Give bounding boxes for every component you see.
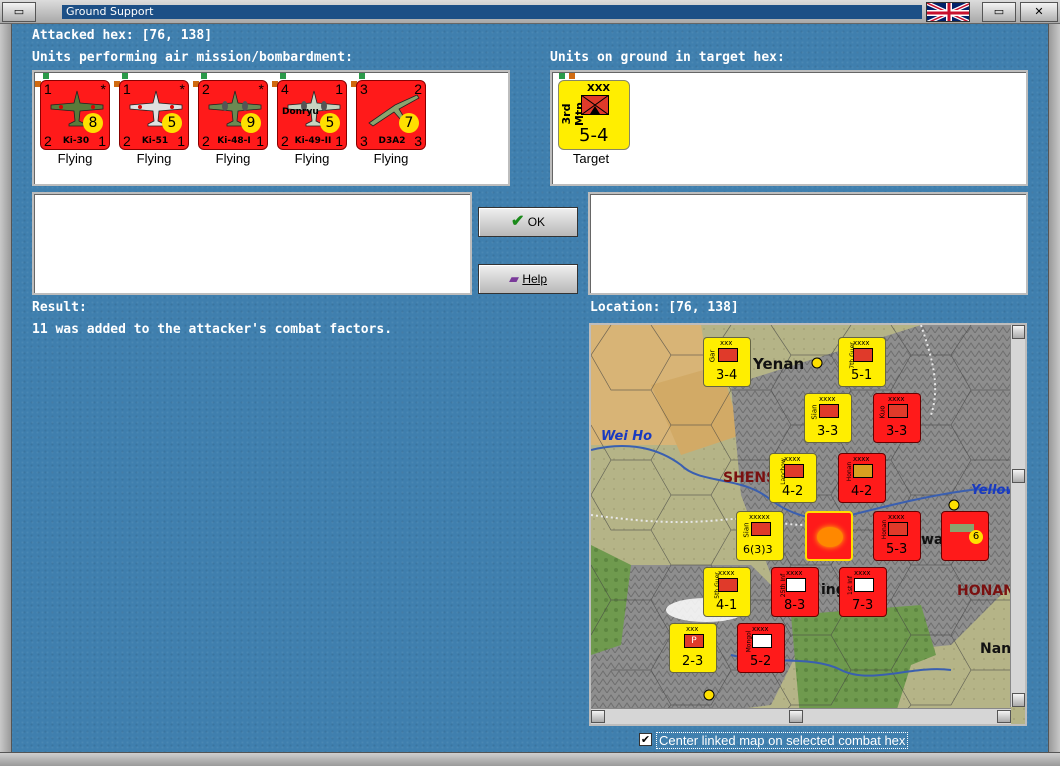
unit-marker <box>122 73 128 79</box>
ground-units-heading: Units on ground in target hex: <box>550 50 785 65</box>
attacked-hex-label: Attacked hex: [76, 138] <box>32 28 213 43</box>
scroll-right-arrow-icon[interactable] <box>997 710 1011 723</box>
air-unit-ki49[interactable]: 4 1 Donryu 5 Ki-49-II 2 1 <box>277 80 347 150</box>
unit-marker <box>569 73 575 79</box>
attacked-hex-value: [76, 138] <box>141 28 213 43</box>
map-label-wei-ho: Wei Ho <box>601 429 653 444</box>
map-counter[interactable]: xxxxx Sian 6(3)3 <box>736 511 784 561</box>
help-button[interactable]: ▰ Help <box>478 264 578 294</box>
location-label: Location: [76, 138] <box>590 300 739 315</box>
air-unit-d3a2[interactable]: 3 2 7 D3A2 3 3 <box>356 80 426 150</box>
close-button[interactable]: ✕ <box>1020 2 1058 22</box>
center-map-checkbox-label[interactable]: Center linked map on selected combat hex <box>656 732 909 749</box>
ground-unit-status: Target <box>572 151 610 166</box>
air-unit-subname: Donryu <box>282 107 319 117</box>
unit-marker <box>559 73 565 79</box>
map-vertical-scrollbar[interactable] <box>1010 325 1025 707</box>
unit-marker <box>280 73 286 79</box>
uk-flag-icon <box>926 2 970 22</box>
result-text: 11 was added to the attacker's combat fa… <box>32 322 393 337</box>
mountain-infantry-icon <box>581 95 609 115</box>
map-counter[interactable]: xxxx Honan 5-3 <box>873 511 921 561</box>
map-counter[interactable]: xxxx 5th Guer 4-1 <box>703 567 751 617</box>
map-counter[interactable]: xxxx 25th Inf 8-3 <box>771 567 819 617</box>
location-value: [76, 138] <box>668 300 739 315</box>
ground-support-window: ▭ Ground Support ▭ ✕ Attacked hex: [76, … <box>0 0 1060 766</box>
map-counter[interactable]: xxxx Mongol 5-2 <box>737 623 785 673</box>
scroll-left-arrow-icon[interactable] <box>591 710 605 723</box>
map-label-nan: Nan <box>980 641 1012 657</box>
combat-target-counter[interactable] <box>805 511 853 561</box>
center-map-checkbox[interactable]: ✔ <box>639 733 652 746</box>
horizontal-scroll-thumb[interactable] <box>789 710 803 723</box>
air-unit-status: Flying <box>294 151 330 166</box>
minimize-button[interactable]: ▭ <box>2 2 36 22</box>
location-map[interactable]: Yenan Wei Ho SHENSI Yellow HONAN Nan wa … <box>589 323 1027 726</box>
air-units-heading: Units performing air mission/bombardment… <box>32 50 353 65</box>
restore-button[interactable]: ▭ <box>982 2 1016 22</box>
scroll-up-arrow-icon[interactable] <box>1012 325 1025 339</box>
unit-marker <box>43 73 49 79</box>
left-frame <box>0 24 12 752</box>
air-unit-status: Flying <box>373 151 409 166</box>
air-unit-status: Flying <box>215 151 251 166</box>
map-horizontal-scrollbar[interactable] <box>591 708 1011 724</box>
air-unit-status: Flying <box>136 151 172 166</box>
help-book-icon: ▰ <box>508 271 519 286</box>
result-heading: Result: <box>32 300 87 315</box>
map-counter[interactable]: xxx Gar 3-4 <box>703 337 751 387</box>
air-unit-ki51[interactable]: 1 * 5 Ki-51 2 1 <box>119 80 189 150</box>
air-unit-status: Flying <box>57 151 93 166</box>
unit-marker <box>359 73 365 79</box>
map-label-honan: HONAN <box>957 583 1015 599</box>
unit-marker <box>201 73 207 79</box>
ok-button[interactable]: ✔ OK <box>478 207 578 237</box>
map-counter[interactable]: xxxx Sian 3-3 <box>804 393 852 443</box>
scroll-down-arrow-icon[interactable] <box>1012 693 1025 707</box>
ground-details-panel <box>588 192 1028 295</box>
checkmark-icon: ✔ <box>510 213 525 230</box>
air-details-panel <box>32 192 472 295</box>
title-bar: ▭ Ground Support ▭ ✕ <box>0 0 1060 24</box>
right-frame <box>1048 24 1060 752</box>
ground-unit-3rd-mtn[interactable]: XXX 3rd Mtn 5-4 <box>558 80 630 150</box>
map-counter[interactable]: xxxx Honan 4-2 <box>838 453 886 503</box>
map-label-yenan: Yenan <box>753 355 805 373</box>
map-counter[interactable]: xxxx 1st Inf 7-3 <box>839 567 887 617</box>
air-unit-ki30[interactable]: 1 * 8 Ki-30 2 1 <box>40 80 110 150</box>
map-counter[interactable]: xxxx Lanchow 4-2 <box>769 453 817 503</box>
window-title: Ground Support <box>62 5 922 19</box>
map-counter[interactable]: 6 <box>941 511 989 561</box>
air-unit-ki48[interactable]: 2 * 9 Ki-48-I 2 1 <box>198 80 268 150</box>
bottom-frame <box>0 752 1060 766</box>
map-counter[interactable]: xxx P 2-3 <box>669 623 717 673</box>
explosion-icon <box>817 527 843 547</box>
map-counter[interactable]: xxxx Kuo 3-3 <box>873 393 921 443</box>
vertical-scroll-thumb[interactable] <box>1012 469 1025 483</box>
map-counter[interactable]: xxxx 7th Guer 5-1 <box>838 337 886 387</box>
